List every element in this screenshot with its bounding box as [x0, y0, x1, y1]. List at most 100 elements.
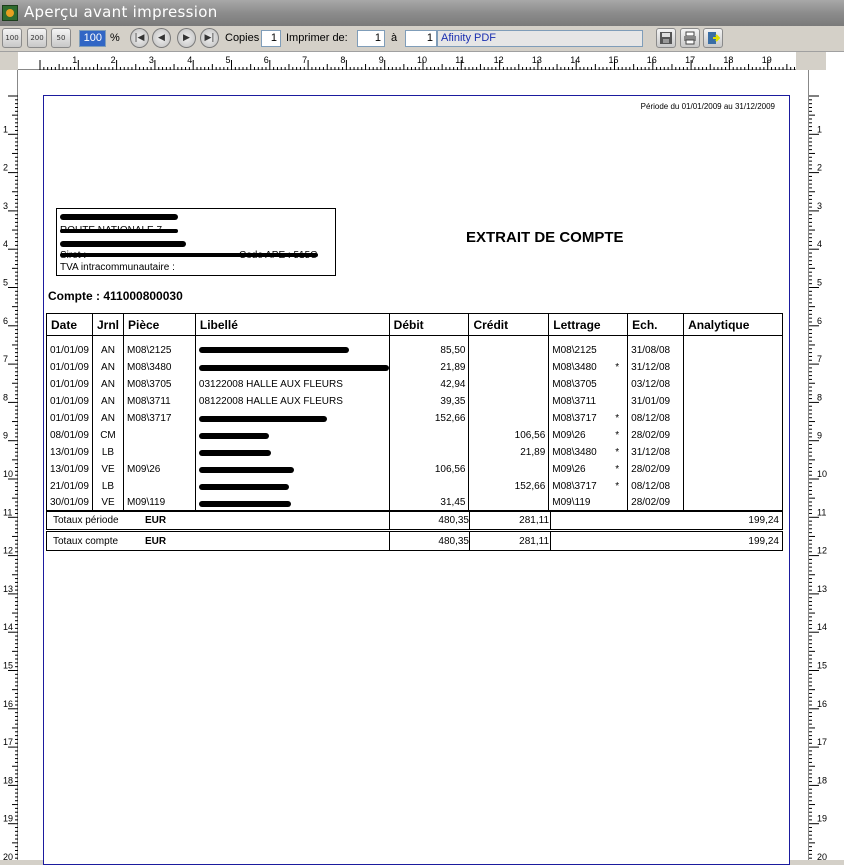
- first-page-icon[interactable]: |◀: [130, 28, 149, 48]
- ruler-number: 17: [3, 737, 13, 747]
- redaction-bar: [198, 347, 349, 353]
- ruler-number: 16: [647, 55, 657, 65]
- ruler-number: 12: [3, 546, 13, 556]
- cell-credit: [468, 392, 550, 410]
- ruler-number: 1: [817, 124, 822, 134]
- cell-date: 30/01/09: [46, 494, 93, 512]
- cell-ech: 28/02/09: [627, 426, 685, 444]
- printer-select[interactable]: Afinity PDF: [437, 30, 643, 47]
- redaction-bar: [198, 364, 389, 371]
- ruler-number: 18: [3, 775, 13, 785]
- col-analytique: Analytique: [683, 313, 783, 336]
- zoom-50-button[interactable]: 50: [51, 28, 71, 48]
- cell-analytique: [683, 443, 783, 461]
- ruler-number: 14: [3, 622, 13, 632]
- redaction-bar: [60, 214, 178, 220]
- ruler-number: 10: [417, 55, 427, 65]
- tva-label: TVA intracommunautaire :: [60, 262, 175, 273]
- totals-account-currency: EUR: [145, 536, 167, 547]
- cell-piece: [123, 443, 196, 461]
- ruler-number: 4: [187, 55, 192, 65]
- col-lettrage: Lettrage: [548, 313, 629, 336]
- cell-debit: 31,45: [388, 494, 470, 512]
- cell-libelle: [194, 494, 390, 512]
- ruler-number: 16: [817, 699, 827, 709]
- vertical-ruler-left: 1 2 3 4 5 6 7 8 9 10 11 12 13 14 15 16 17 18 19 20: [0, 70, 18, 860]
- ruler-number: 9: [3, 431, 8, 441]
- ruler-number: 2: [817, 163, 822, 173]
- col-piece: Pièce: [123, 313, 196, 336]
- cell-analytique: [683, 460, 783, 478]
- totals-account-debit: 480,35: [438, 536, 469, 547]
- cell-credit: [468, 409, 550, 427]
- totals-period-row: Totaux période EUR 480,35 281,11 199,24: [46, 510, 783, 530]
- ruler-number: 7: [817, 354, 822, 364]
- ruler-number: 15: [817, 661, 827, 671]
- cell-debit: 21,89: [388, 358, 470, 376]
- cell-analytique: [683, 494, 783, 512]
- next-page-icon[interactable]: ▶: [177, 28, 196, 48]
- redaction-bar: [60, 241, 186, 247]
- lettrage-mark: *: [615, 463, 620, 475]
- totals-period-label: Totaux période: [53, 515, 119, 526]
- ruler-number: 15: [609, 55, 619, 65]
- cell-jrnl: AN: [91, 358, 125, 376]
- zoom-100-button[interactable]: 100: [2, 28, 22, 48]
- cell-credit: 21,89: [468, 443, 550, 461]
- cell-ech: 31/01/09: [627, 392, 685, 410]
- cell-lettrage: M09\119: [548, 494, 629, 512]
- print-icon[interactable]: [680, 28, 700, 48]
- cell-ech: 31/08/08: [627, 335, 685, 359]
- cell-ech: 31/12/08: [627, 443, 685, 461]
- vertical-ruler-right: 1 2 3 4 5 6 7 8 9 10 11 12 13 14 15 16 17 18 19 20: [808, 70, 827, 860]
- ruler-number: 16: [3, 699, 13, 709]
- cell-date: 08/01/09: [46, 426, 93, 444]
- ruler-number: 6: [3, 316, 8, 326]
- cell-jrnl: LB: [91, 443, 125, 461]
- ruler-number: 9: [817, 431, 822, 441]
- cell-date: 13/01/09: [46, 443, 93, 461]
- cell-debit: [388, 443, 470, 461]
- cell-lettrage: M09\26 *: [548, 426, 629, 444]
- totals-account-solde: 199,24: [748, 536, 779, 547]
- cell-libelle: [194, 335, 390, 359]
- report-period: Période du 01/01/2009 au 31/12/2009: [640, 102, 775, 111]
- copies-input[interactable]: 1: [261, 30, 281, 47]
- cell-analytique: [683, 477, 783, 495]
- col-libelle: Libellé: [194, 313, 390, 336]
- print-from-input[interactable]: 1: [357, 30, 385, 47]
- ruler-number: 10: [817, 469, 827, 479]
- ruler-number: 13: [3, 584, 13, 594]
- ruler-number: 13: [817, 584, 827, 594]
- table-row: 01/01/09 AN M08\2125 85,50 M08\2125 31/08/08: [46, 335, 783, 359]
- save-icon[interactable]: [656, 28, 676, 48]
- zoom-input[interactable]: 100: [79, 30, 106, 47]
- ruler-number: 20: [817, 852, 827, 860]
- ruler-number: 6: [264, 55, 269, 65]
- cell-ech: 03/12/08: [627, 375, 685, 393]
- cell-piece: M08\3717: [123, 409, 196, 427]
- cell-lettrage: M08\3705: [548, 375, 629, 393]
- cell-analytique: [683, 358, 783, 376]
- ruler-number: 2: [3, 163, 8, 173]
- previous-page-icon[interactable]: ◀: [152, 28, 171, 48]
- cell-debit: 85,50: [388, 335, 470, 359]
- ruler-number: 10: [3, 469, 13, 479]
- cell-ech: 28/02/09: [627, 460, 685, 478]
- lettrage-mark: *: [615, 446, 620, 458]
- cell-libelle: [194, 409, 390, 427]
- exit-icon[interactable]: [703, 28, 723, 48]
- table-row: 01/01/09 AN M08\3480 21,89 M08\3480 * 31/12/08: [46, 358, 783, 376]
- zoom-200-button[interactable]: 200: [27, 28, 47, 48]
- table-row: 01/01/09 AN M08\3717 152,66 M08\3717 * 08/12/0…: [46, 409, 783, 427]
- cell-credit: [468, 460, 550, 478]
- cell-jrnl: LB: [91, 477, 125, 495]
- cell-debit: [388, 477, 470, 495]
- last-page-icon[interactable]: ▶|: [200, 28, 219, 48]
- ruler-number: 1: [3, 124, 8, 134]
- cell-debit: 152,66: [388, 409, 470, 427]
- lettrage-mark: *: [615, 361, 620, 373]
- cell-ech: 28/02/09: [627, 494, 685, 512]
- cell-piece: [123, 426, 196, 444]
- print-to-input[interactable]: 1: [405, 30, 437, 47]
